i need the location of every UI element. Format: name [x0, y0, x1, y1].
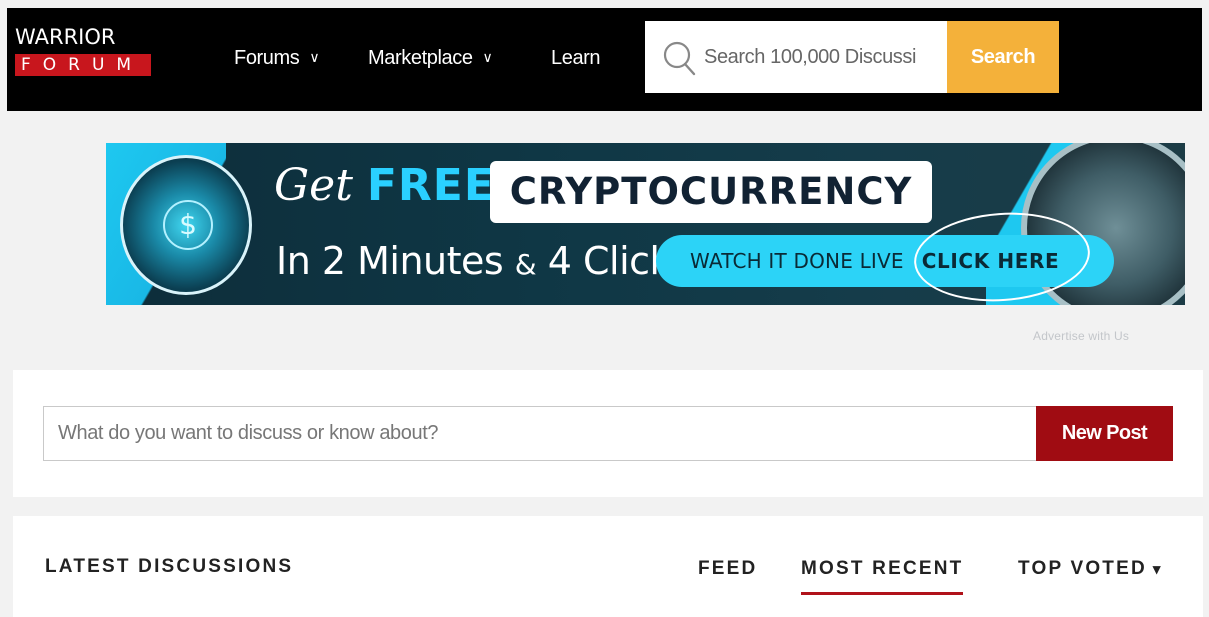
chevron-down-icon: ∨: [309, 49, 320, 65]
search-button[interactable]: Search: [947, 21, 1059, 93]
search-input[interactable]: [704, 43, 940, 71]
banner-free-text: FREE: [366, 160, 495, 211]
banner-cryptocurrency-text: CRYPTOCURRENCY: [490, 161, 932, 223]
banner-headline: Get FREE: [274, 161, 495, 211]
tab-top-voted[interactable]: TOP VOTED ▾: [1018, 558, 1163, 580]
discussion-input[interactable]: [43, 406, 1037, 461]
dollar-icon: $: [163, 200, 213, 250]
new-post-composer: New Post: [13, 370, 1203, 497]
banner-get-text: Get: [274, 160, 367, 211]
nav-learn-label: Learn: [551, 47, 601, 69]
logo-text-bottom: FORUM: [15, 54, 151, 76]
banner-subline-a: In 2 Minutes: [276, 239, 515, 283]
digital-coin-image: $: [120, 155, 252, 295]
tab-top-voted-label: TOP VOTED: [1018, 558, 1147, 579]
nav-forums[interactable]: Forums ∨: [234, 46, 320, 71]
caret-down-icon: ▾: [1152, 561, 1163, 578]
tab-feed[interactable]: FEED: [698, 558, 757, 580]
latest-discussions-panel: LATEST DISCUSSIONS FEED MOST RECENT TOP …: [13, 516, 1203, 617]
crypto-banner-ad[interactable]: $ Get FREE CRYPTOCURRENCY In 2 Minutes &…: [106, 143, 1185, 305]
section-title: LATEST DISCUSSIONS: [45, 556, 294, 577]
banner-watch-text: WATCH IT DONE LIVE: [690, 249, 904, 273]
tab-most-recent[interactable]: MOST RECENT: [801, 558, 964, 595]
new-post-button[interactable]: New Post: [1036, 406, 1173, 461]
banner-subline: In 2 Minutes & 4 Clicks: [276, 237, 691, 289]
search-icon: [663, 41, 696, 76]
chevron-down-icon: ∨: [482, 49, 493, 65]
nav-learn[interactable]: Learn: [551, 46, 601, 70]
nav-forums-label: Forums: [234, 47, 300, 69]
nav-marketplace[interactable]: Marketplace ∨: [368, 46, 493, 71]
logo-text-top: WARRIOR: [15, 25, 116, 49]
nav-marketplace-label: Marketplace: [368, 47, 473, 69]
top-navigation-bar: WARRIOR FORUM Forums ∨ Marketplace ∨ Learn…: [7, 8, 1202, 111]
search-box: [645, 21, 947, 93]
banner-subline-amp: &: [514, 248, 537, 281]
advertise-with-us-link[interactable]: Advertise with Us: [1033, 329, 1129, 343]
warrior-forum-logo[interactable]: WARRIOR FORUM: [15, 24, 155, 88]
